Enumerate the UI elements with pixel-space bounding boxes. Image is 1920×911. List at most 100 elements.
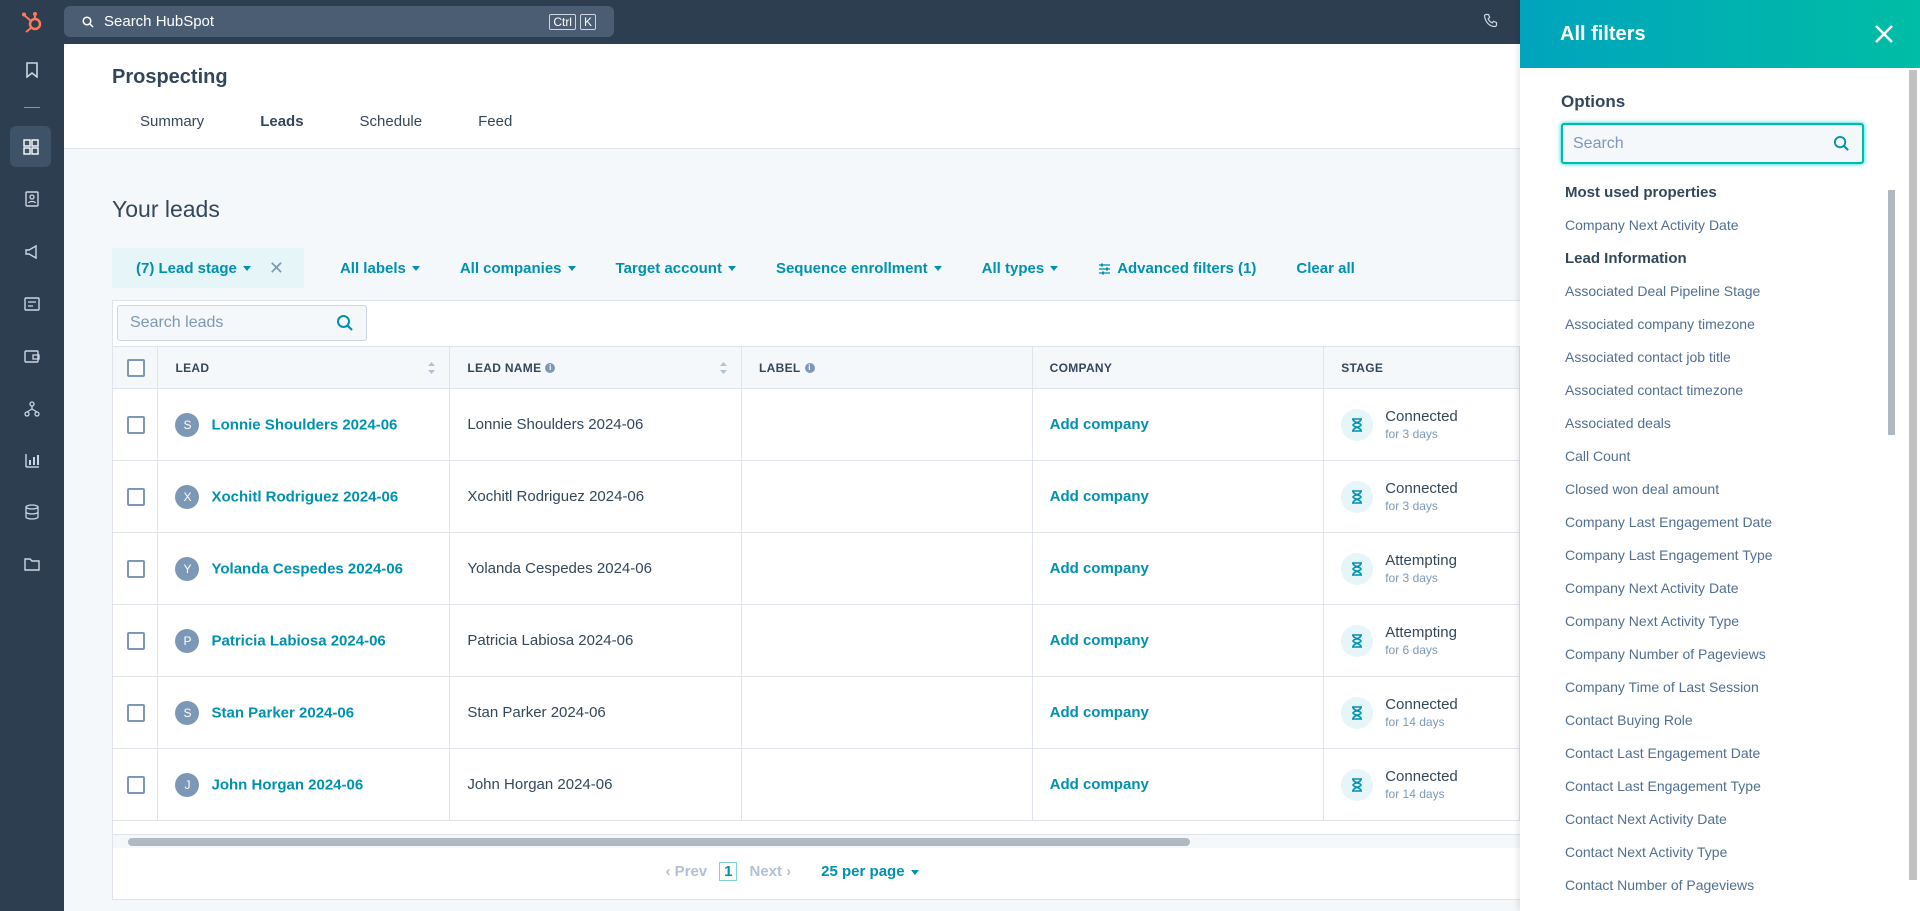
hubspot-logo-icon[interactable] xyxy=(20,10,44,34)
reports-icon[interactable] xyxy=(20,448,44,472)
column-lead[interactable]: LEAD xyxy=(157,346,451,389)
property-item[interactable]: Closed won deal amount xyxy=(1565,473,1855,506)
info-icon[interactable]: i xyxy=(804,363,815,374)
property-item[interactable]: Associated contact timezone xyxy=(1565,374,1855,407)
pagination: ‹ Prev 1 Next › 25 per page xyxy=(64,862,1520,881)
property-item[interactable]: Company Last Engagement Date xyxy=(1565,506,1855,539)
row-checkbox[interactable] xyxy=(127,775,145,794)
property-item[interactable]: Associated contact job title xyxy=(1565,341,1855,374)
close-icon[interactable] xyxy=(1872,22,1896,46)
tab-leads[interactable]: Leads xyxy=(232,112,332,152)
property-item[interactable]: Company Next Activity Date xyxy=(1565,572,1855,605)
target-account-filter-label: Target account xyxy=(615,259,722,277)
lead-stage-filter[interactable]: (7) Lead stage ✕ xyxy=(112,248,304,288)
property-item[interactable]: Company Last Engagement Type xyxy=(1565,539,1855,572)
tab-feed[interactable]: Feed xyxy=(450,112,540,152)
scrollbar-thumb[interactable] xyxy=(128,838,1190,846)
prev-button[interactable]: ‹ Prev xyxy=(665,863,707,880)
row-checkbox[interactable] xyxy=(127,487,145,506)
select-all-checkbox[interactable] xyxy=(127,358,145,377)
data-management-icon[interactable] xyxy=(20,500,44,524)
row-checkbox[interactable] xyxy=(127,631,145,650)
property-item[interactable]: Associated Deal Pipeline Stage xyxy=(1565,275,1855,308)
search-leads-input[interactable]: Search leads xyxy=(117,305,367,341)
property-search-input[interactable]: Search xyxy=(1561,123,1864,164)
row-select-cell xyxy=(111,532,159,605)
row-checkbox[interactable] xyxy=(127,703,145,722)
lead-link[interactable]: John Horgan 2024-06 xyxy=(211,776,363,793)
row-checkbox[interactable] xyxy=(127,415,145,434)
column-company[interactable]: COMPANY xyxy=(1031,346,1325,389)
per-page-select[interactable]: 25 per page xyxy=(821,863,919,880)
chevron-down-icon xyxy=(411,266,420,272)
property-item[interactable]: Contact Number of Pageviews xyxy=(1565,869,1855,902)
types-filter[interactable]: All types xyxy=(962,260,1079,277)
property-item[interactable]: Contact Next Activity Date xyxy=(1565,803,1855,836)
info-icon[interactable]: i xyxy=(545,363,556,374)
sort-icon[interactable] xyxy=(428,362,436,374)
column-label[interactable]: LABEL i xyxy=(741,346,1033,389)
column-stage[interactable]: STAGE xyxy=(1323,346,1520,389)
global-search[interactable]: Search HubSpot Ctrl K xyxy=(64,6,614,37)
megaphone-icon[interactable] xyxy=(20,240,44,264)
add-company-link[interactable]: Add company xyxy=(1050,632,1149,649)
panel-scrollbar[interactable] xyxy=(1908,70,1918,911)
clear-all-button[interactable]: Clear all xyxy=(1276,260,1374,277)
contacts-icon[interactable] xyxy=(20,187,44,211)
lead-link[interactable]: Yolanda Cespedes 2024-06 xyxy=(211,560,402,577)
lead-link[interactable]: Lonnie Shoulders 2024-06 xyxy=(211,416,397,433)
table-horizontal-scrollbar[interactable] xyxy=(113,834,1520,848)
automation-icon[interactable] xyxy=(20,397,44,421)
label-cell xyxy=(741,604,1033,677)
bookmark-icon[interactable] xyxy=(20,58,44,82)
workspaces-grid-icon[interactable] xyxy=(10,126,51,167)
tab-schedule[interactable]: Schedule xyxy=(332,112,451,152)
next-button[interactable]: Next › xyxy=(749,863,791,880)
companies-filter[interactable]: All companies xyxy=(440,260,596,277)
labels-filter[interactable]: All labels xyxy=(320,260,440,277)
property-item[interactable]: Company Next Activity Type xyxy=(1565,605,1855,638)
search-icon xyxy=(1833,135,1849,151)
folder-icon[interactable] xyxy=(20,552,44,576)
property-item[interactable]: Company Next Activity Date xyxy=(1565,209,1855,242)
property-item[interactable]: Associated company timezone xyxy=(1565,308,1855,341)
property-item[interactable]: Associated deals xyxy=(1565,407,1855,440)
sort-icon[interactable] xyxy=(720,362,728,374)
property-item[interactable]: Call Count xyxy=(1565,440,1855,473)
phone-icon[interactable] xyxy=(1483,13,1499,34)
lead-link[interactable]: Xochitl Rodriguez 2024-06 xyxy=(211,488,398,505)
advanced-filters-button[interactable]: Advanced filters (1) xyxy=(1078,260,1276,277)
filter-bar: (7) Lead stage ✕ All labels All companie… xyxy=(112,248,1375,288)
lead-name-cell: Yolanda Cespedes 2024-06 xyxy=(449,532,743,605)
property-list-scrollbar[interactable] xyxy=(1886,175,1897,911)
avatar: P xyxy=(175,628,200,653)
property-item[interactable]: Contact Next Activity Type xyxy=(1565,836,1855,869)
add-company-link[interactable]: Add company xyxy=(1050,704,1149,721)
add-company-link[interactable]: Add company xyxy=(1050,776,1149,793)
target-account-filter[interactable]: Target account xyxy=(596,260,756,277)
property-item[interactable]: Contact Last Engagement Date xyxy=(1565,737,1855,770)
lead-link[interactable]: Patricia Labiosa 2024-06 xyxy=(211,632,385,649)
commerce-icon[interactable] xyxy=(20,344,44,368)
page-number[interactable]: 1 xyxy=(719,862,738,881)
column-lead-name[interactable]: LEAD NAME i xyxy=(449,346,743,389)
content-icon[interactable] xyxy=(20,292,44,316)
lead-link[interactable]: Stan Parker 2024-06 xyxy=(211,704,354,721)
row-select-cell xyxy=(111,388,159,461)
tab-summary[interactable]: Summary xyxy=(112,112,232,152)
scrollbar-thumb[interactable] xyxy=(1888,190,1895,435)
stage-duration: for 3 days xyxy=(1385,571,1438,585)
add-company-link[interactable]: Add company xyxy=(1050,488,1149,505)
add-company-link[interactable]: Add company xyxy=(1050,416,1149,433)
property-item[interactable]: Company Number of Pageviews xyxy=(1565,638,1855,671)
top-bar: Search HubSpot Ctrl K xyxy=(64,0,1520,44)
search-icon[interactable] xyxy=(336,314,354,332)
property-item[interactable]: Contact Buying Role xyxy=(1565,704,1855,737)
property-item[interactable]: Contact Last Engagement Type xyxy=(1565,770,1855,803)
scrollbar-thumb[interactable] xyxy=(1909,70,1917,880)
add-company-link[interactable]: Add company xyxy=(1050,560,1149,577)
close-icon[interactable]: ✕ xyxy=(269,258,284,279)
property-item[interactable]: Company Time of Last Session xyxy=(1565,671,1855,704)
sequence-filter[interactable]: Sequence enrollment xyxy=(756,260,962,277)
row-checkbox[interactable] xyxy=(127,559,145,578)
